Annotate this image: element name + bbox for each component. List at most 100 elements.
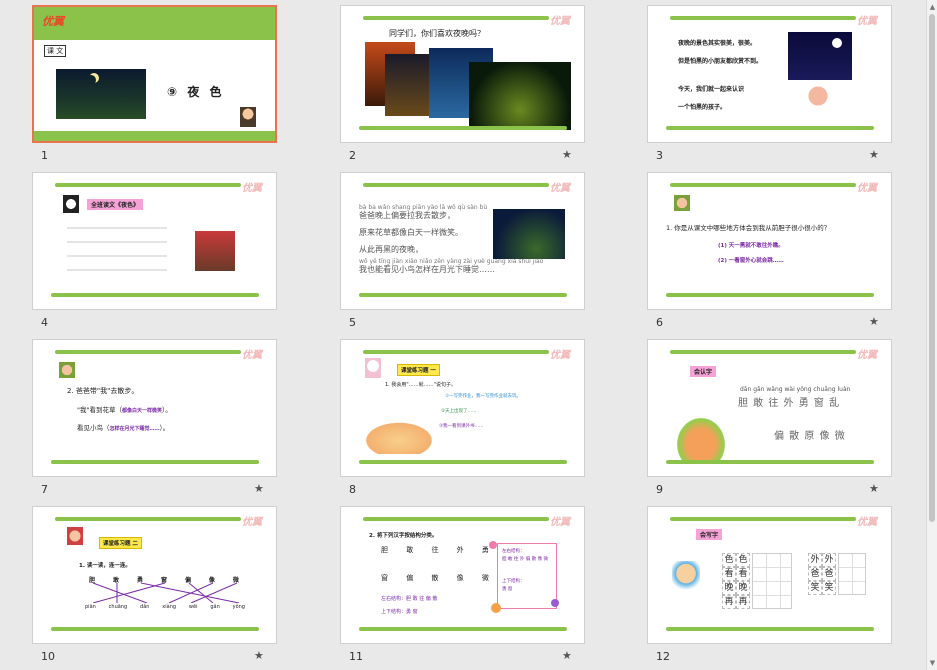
writing-grid: 色 色 看 看 晚 晚 再 再 bbox=[722, 553, 750, 609]
reading-girl-illustration bbox=[668, 408, 734, 460]
reading-photo bbox=[195, 231, 235, 271]
animation-star-icon[interactable]: ★ bbox=[562, 649, 572, 662]
animation-star-icon[interactable]: ★ bbox=[254, 482, 264, 495]
text-line: 夜晚的景色其实很美，很美。 bbox=[678, 40, 757, 47]
slide-thumbnail-8[interactable]: 优翼 课堂练习题 一 1. 我会用"……就……"说句子。 ①一写完作业，我一写完… bbox=[308, 334, 614, 501]
hanzi-cell: 色 bbox=[722, 553, 736, 567]
top-accent-bar bbox=[363, 517, 549, 521]
brand-logo: 优翼 bbox=[857, 517, 877, 528]
slide-thumbnail-7[interactable]: 优翼 2. 爸爸带"我"去散步。 "我"看到花草（都像白天一样微笑）。 看见小鸟… bbox=[0, 334, 306, 501]
slide-canvas: 优翼 课堂练习题 二 1. 读一读，连一连。 胆 敢 勇 窗 偏 像 微 piā… bbox=[32, 506, 277, 644]
pinyin: wēi bbox=[188, 604, 198, 610]
slide-number: 10 bbox=[41, 650, 55, 663]
pinyin: chuāng bbox=[108, 604, 128, 610]
blank-prefix: "我"看到花草（ bbox=[77, 406, 122, 414]
panda-icon bbox=[63, 195, 79, 213]
animation-star-icon[interactable]: ★ bbox=[869, 482, 879, 495]
bottom-accent-bar bbox=[51, 460, 259, 464]
top-accent-bar bbox=[670, 517, 856, 521]
blank-answer: 怎样在月光下睡觉…… bbox=[109, 426, 160, 432]
slide-thumbnail-9[interactable]: 优翼 会认字 dǎn gǎn wǎng wài yǒng chuāng luàn… bbox=[615, 334, 921, 501]
hanzi-cell: 晚 bbox=[722, 581, 736, 595]
animation-star-icon[interactable]: ★ bbox=[869, 315, 879, 328]
hanzi-cell: 看 bbox=[736, 567, 750, 581]
slide-canvas: 优翼 课 文 ⑨ 夜 色 bbox=[32, 5, 277, 143]
blank-prefix: 看见小鸟（ bbox=[77, 424, 110, 432]
pinyin: piān bbox=[85, 604, 96, 610]
top-accent-bar bbox=[363, 350, 549, 354]
slide-canvas: 优翼 2. 爸爸带"我"去散步。 "我"看到花草（都像白天一样微笑）。 看见小鸟… bbox=[32, 339, 277, 477]
hanzi-cell: 色 bbox=[736, 553, 750, 567]
rabbit-icon bbox=[365, 358, 381, 378]
task-text: 1. 读一读，连一连。 bbox=[79, 563, 131, 569]
sentence-example: ③我一看到课外书…… bbox=[439, 424, 484, 429]
brand-logo: 优翼 bbox=[550, 350, 570, 361]
pinyin: yǒng bbox=[232, 604, 245, 610]
faded-text-block bbox=[67, 221, 167, 283]
bottom-accent-bar bbox=[359, 126, 567, 130]
bottom-accent-bar bbox=[666, 293, 874, 297]
slide-canvas: 优翼 会认字 dǎn gǎn wǎng wài yǒng chuāng luàn… bbox=[647, 339, 892, 477]
child-illustration bbox=[672, 561, 700, 597]
writing-grid-blank bbox=[838, 553, 866, 595]
exercise-heading: 课堂练习题 一 bbox=[397, 364, 440, 376]
text-line: 原来花草都像白天一样微笑。 bbox=[359, 228, 463, 237]
child-illustration bbox=[240, 107, 256, 127]
slide-canvas: 优翼 同学们，你们喜欢夜晚吗？ bbox=[340, 5, 585, 143]
slide-thumbnail-6[interactable]: 优翼 1. 你是从课文中哪些地方体会到我从前胆子很小很小的？ (1) 天一黑就不… bbox=[615, 167, 921, 334]
character-row: 胆 敢 往 外 勇 窗 乱 bbox=[738, 398, 841, 409]
text-line: 我也能看见小鸟怎样在月光下睡觉…… bbox=[359, 265, 495, 274]
vertical-scrollbar[interactable]: ▲ ▼ bbox=[926, 0, 937, 670]
hanzi-cell: 笑 bbox=[822, 581, 836, 595]
sentence-example: ①一写完作业，我一写完作业就去玩。 bbox=[445, 394, 522, 399]
hanzi-cell: 外 bbox=[822, 553, 836, 567]
answer-line: 左右结构：胆 敢 往 偏 散 bbox=[381, 596, 438, 602]
slide-thumbnail-4[interactable]: 优翼 全班读文《夜色》 4 bbox=[0, 167, 306, 334]
writing-grid-blank bbox=[752, 553, 792, 609]
slide-thumbnail-11[interactable]: 优翼 2. 将下列汉字按结构分类。 胆 敢 往 外 勇 窗 偏 散 像 微 左右… bbox=[308, 501, 614, 668]
slide-thumbnail-10[interactable]: 优翼 课堂练习题 二 1. 读一读，连一连。 胆 敢 勇 窗 偏 像 微 piā… bbox=[0, 501, 306, 668]
text-line: 今天，我们就一起来认识 bbox=[678, 86, 745, 93]
hanzi-cell: 笑 bbox=[808, 581, 822, 595]
pinyin: dǎn bbox=[140, 604, 150, 610]
scroll-down-arrow-icon[interactable]: ▼ bbox=[928, 658, 937, 668]
writing-grid: 外 外 爸 爸 笑 笑 bbox=[808, 553, 836, 595]
bottom-accent-bar bbox=[666, 627, 874, 631]
splash-decoration bbox=[551, 599, 559, 607]
brand-logo: 优翼 bbox=[857, 350, 877, 361]
box-line: 左右结构： bbox=[502, 549, 525, 554]
answer-text: (2) 一看窗外心就会跳…… bbox=[718, 258, 784, 264]
task-text: 2. 将下列汉字按结构分类。 bbox=[369, 533, 438, 539]
child-icon bbox=[674, 195, 690, 211]
scrollbar-thumb[interactable] bbox=[929, 14, 935, 522]
animation-star-icon[interactable]: ★ bbox=[869, 148, 879, 161]
slide-thumbnail-2[interactable]: 优翼 同学们，你们喜欢夜晚吗？ 2 ★ bbox=[308, 0, 614, 167]
slide-number: 12 bbox=[656, 650, 670, 663]
child-icon bbox=[59, 362, 75, 378]
worried-child-illustration bbox=[804, 84, 832, 124]
slide-thumbnail-3[interactable]: 优翼 夜晚的景色其实很美，很美。 但是怕黑的小朋友都欣赏不到。 今天，我们就一起… bbox=[615, 0, 921, 167]
splash-decoration bbox=[489, 541, 497, 549]
top-accent-bar bbox=[55, 350, 241, 354]
animation-star-icon[interactable]: ★ bbox=[562, 148, 572, 161]
sentence-example: ②天上出现了…… bbox=[441, 409, 477, 414]
slide-title: ⑨ 夜 色 bbox=[167, 85, 225, 99]
answer-line: 上下结构：勇 窗 bbox=[381, 609, 418, 615]
character-row: 胆 敢 往 外 勇 bbox=[381, 546, 497, 554]
scroll-up-arrow-icon[interactable]: ▲ bbox=[928, 2, 937, 12]
text-line: 一个怕黑的孩子。 bbox=[678, 104, 727, 111]
slide-number: 4 bbox=[41, 316, 48, 329]
matching-lines bbox=[92, 583, 240, 603]
brand-logo: 优翼 bbox=[242, 183, 262, 194]
hanzi-cell: 再 bbox=[722, 595, 736, 609]
slide-thumbnail-5[interactable]: 优翼 bà ba wǎn shang piān yào lā wǒ qù sàn… bbox=[308, 167, 614, 334]
animation-star-icon[interactable]: ★ bbox=[254, 649, 264, 662]
slide-thumbnail-12[interactable]: 优翼 会写字 色 色 看 看 晚 晚 再 再 外 外 爸 爸 笑 笑 12 bbox=[615, 501, 921, 668]
hanzi-cell: 爸 bbox=[822, 567, 836, 581]
slide-thumbnail-grid: 优翼 课 文 ⑨ 夜 色 1 优翼 同学们，你们喜欢夜晚吗？ 2 ★ 优翼 夜晚… bbox=[0, 0, 926, 670]
hanzi-cell: 外 bbox=[808, 553, 822, 567]
bottom-accent-bar bbox=[359, 460, 567, 464]
slide-thumbnail-1[interactable]: 优翼 课 文 ⑨ 夜 色 1 bbox=[0, 0, 306, 167]
bottom-accent-bar bbox=[51, 293, 259, 297]
slide-number: 7 bbox=[41, 483, 48, 496]
